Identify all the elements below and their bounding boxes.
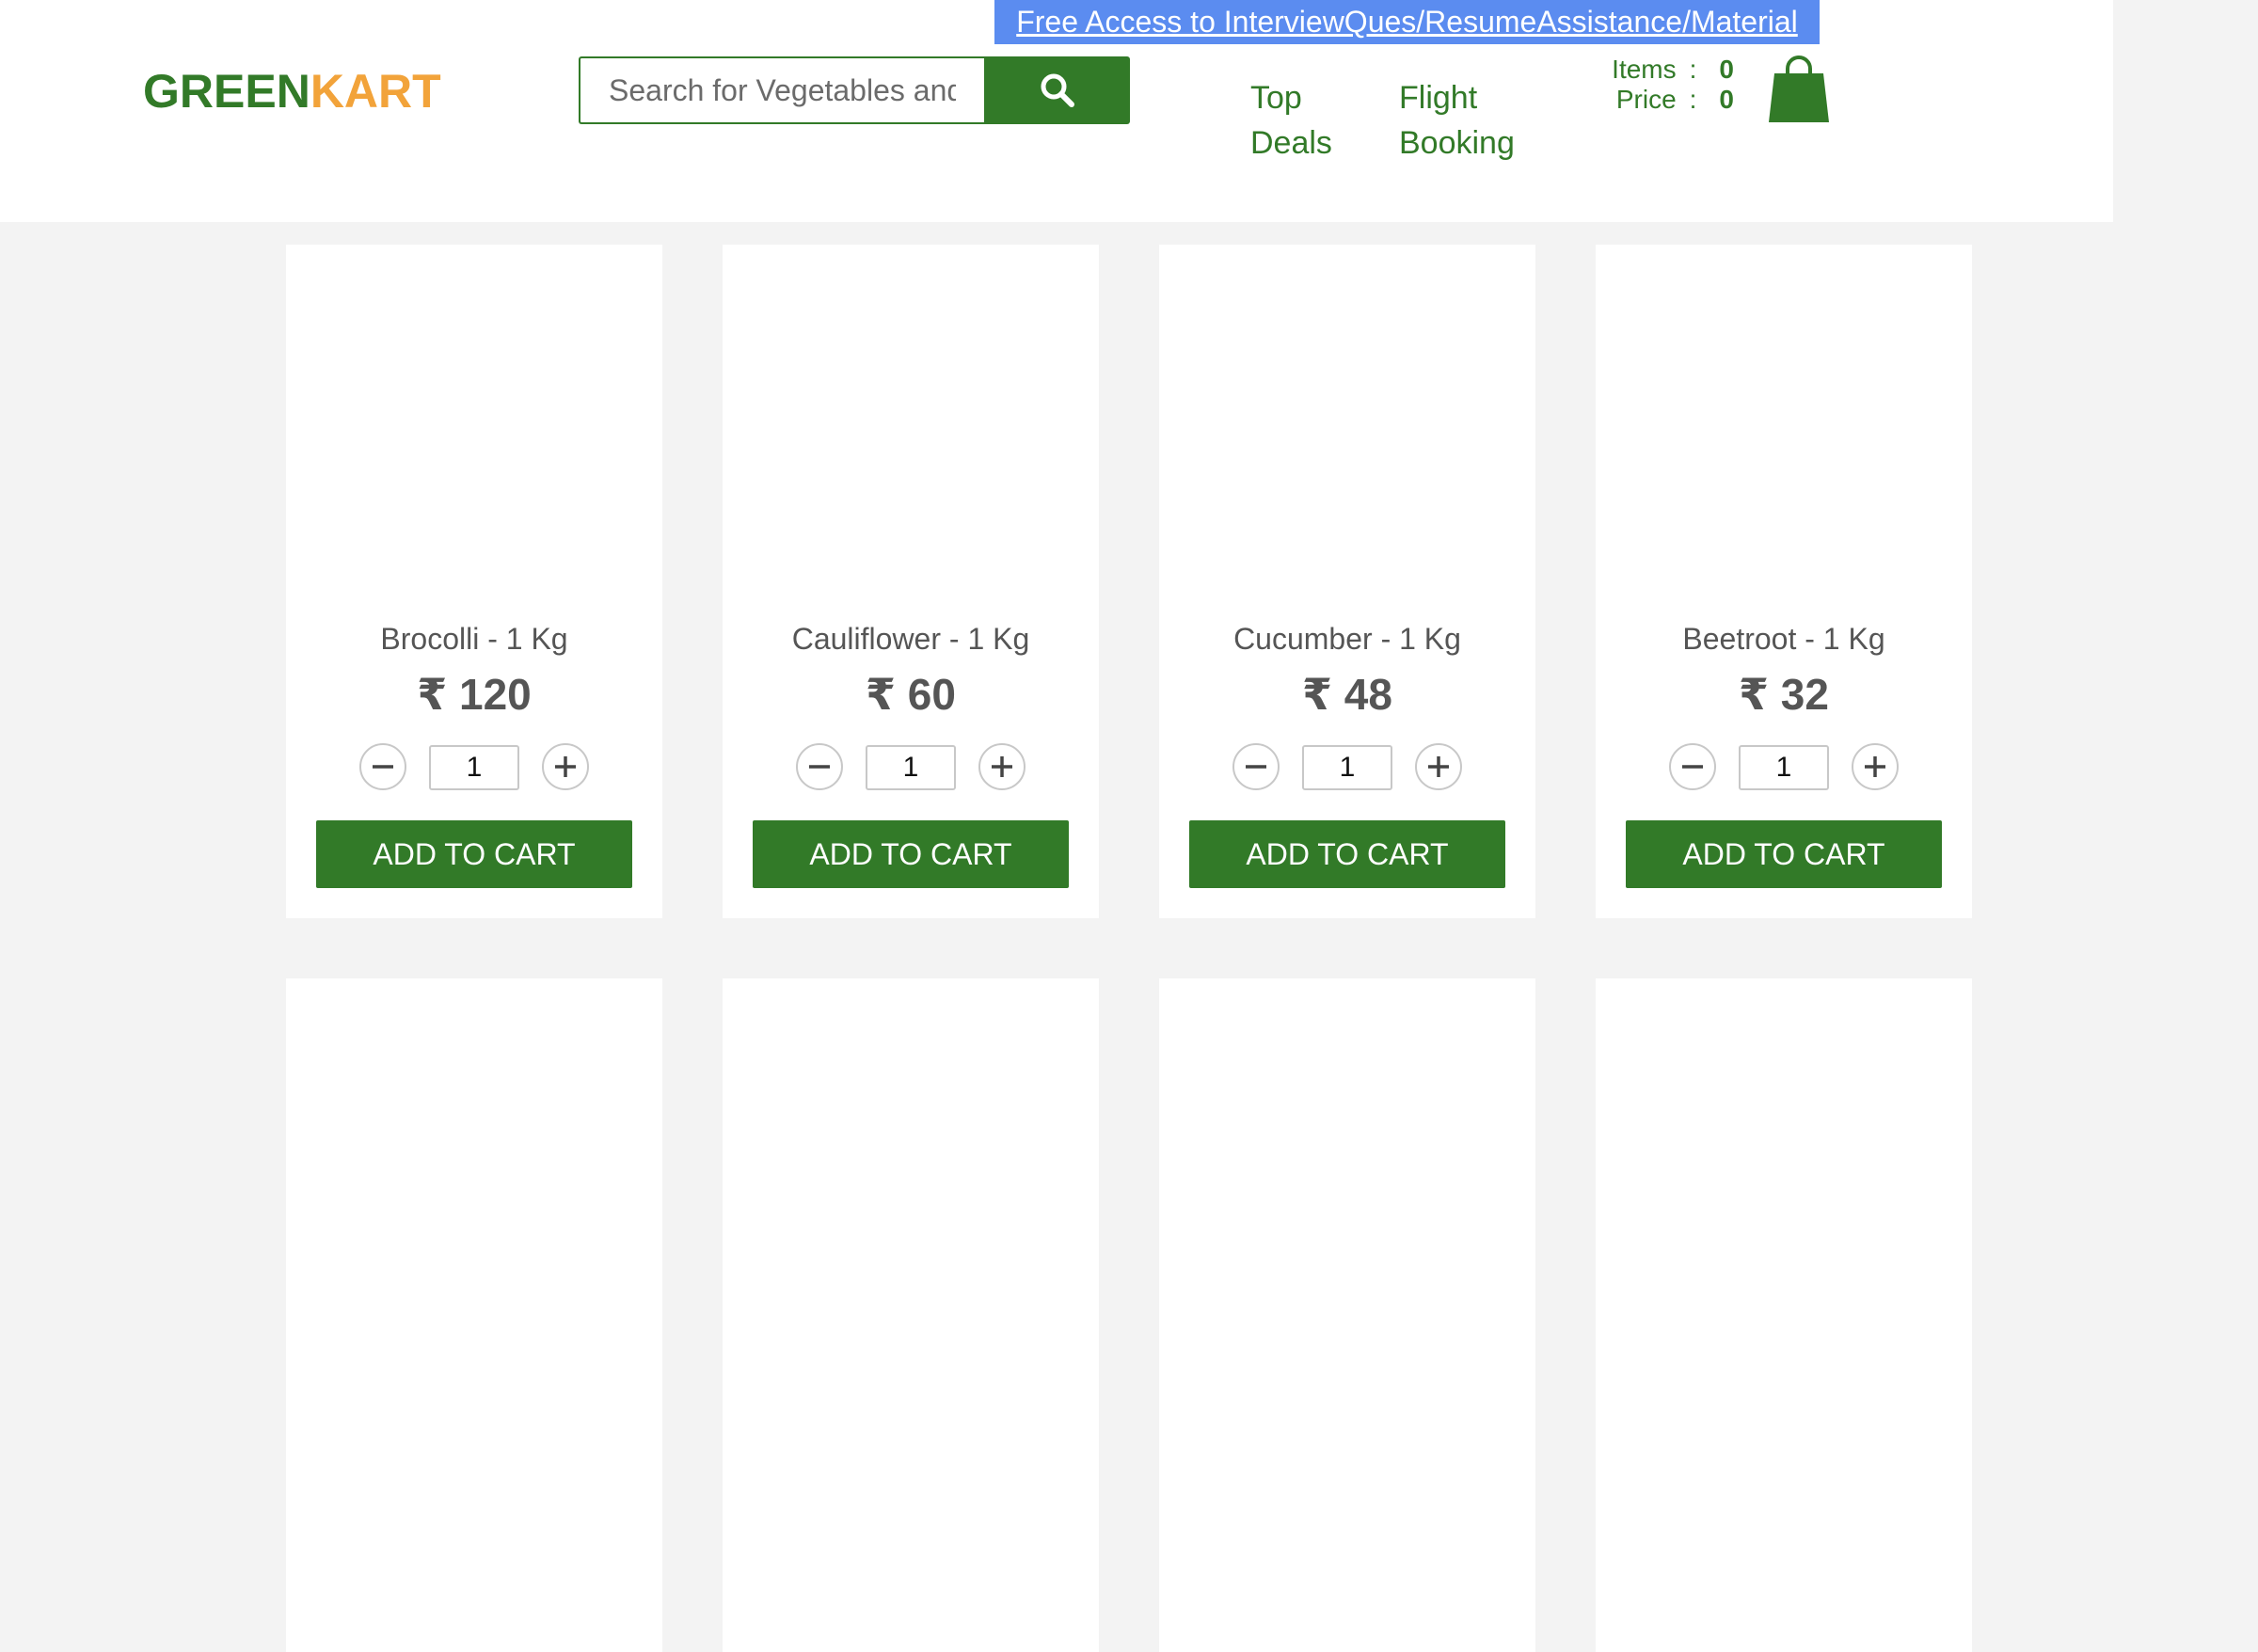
minus-icon xyxy=(1682,765,1703,769)
product-card xyxy=(723,978,1099,1652)
quantity-input[interactable] xyxy=(429,745,519,790)
plus-icon xyxy=(1865,756,1885,777)
page-header: Free Access to InterviewQues/ResumeAssis… xyxy=(0,0,2113,222)
increment-button[interactable] xyxy=(1852,743,1899,790)
brand-logo-kart: KART xyxy=(310,65,441,118)
cart-price-total: 0 xyxy=(1719,85,1734,114)
decrement-button[interactable] xyxy=(359,743,406,790)
search-input[interactable] xyxy=(579,56,984,124)
product-price: ₹ 120 xyxy=(417,670,532,719)
decrement-button[interactable] xyxy=(1232,743,1280,790)
brand-logo-green: GREEN xyxy=(143,65,310,118)
increment-button[interactable] xyxy=(542,743,589,790)
search-icon xyxy=(1041,73,1074,107)
minus-icon xyxy=(809,765,830,769)
nav-flight-booking[interactable]: Flight Booking xyxy=(1399,75,1559,166)
nav-flight-line1: Flight xyxy=(1399,80,1478,116)
plus-icon xyxy=(992,756,1012,777)
increment-button[interactable] xyxy=(1415,743,1462,790)
product-card: Beetroot - 1 Kg ₹ 32 ADD TO CART xyxy=(1596,245,1972,918)
product-card xyxy=(1159,978,1535,1652)
cart-price-label: Price xyxy=(1615,85,1677,114)
increment-button[interactable] xyxy=(978,743,1026,790)
cart-button[interactable] xyxy=(1767,55,1831,124)
minus-icon xyxy=(373,765,393,769)
product-name: Cucumber - 1 Kg xyxy=(1233,622,1461,656)
search-button[interactable] xyxy=(984,56,1130,124)
cart-items-label: Items xyxy=(1612,55,1677,84)
add-to-cart-button[interactable]: ADD TO CART xyxy=(1626,820,1942,888)
cart-summary: Items : 0 Price : 0 xyxy=(1612,55,1734,115)
product-price: ₹ 60 xyxy=(866,670,956,719)
quantity-input[interactable] xyxy=(866,745,956,790)
cart-items-count: 0 xyxy=(1719,55,1734,84)
search-bar xyxy=(579,56,1130,124)
product-price: ₹ 32 xyxy=(1739,670,1829,719)
decrement-button[interactable] xyxy=(796,743,843,790)
quantity-stepper xyxy=(723,743,1099,790)
product-card xyxy=(286,978,662,1652)
cart-price-separator: : xyxy=(1689,85,1697,114)
cart-items-separator: : xyxy=(1689,55,1697,84)
add-to-cart-button[interactable]: ADD TO CART xyxy=(753,820,1069,888)
add-to-cart-button[interactable]: ADD TO CART xyxy=(1189,820,1505,888)
nav-flight-line2: Booking xyxy=(1399,125,1515,161)
nav-top-deals[interactable]: Top Deals xyxy=(1250,75,1354,166)
product-card xyxy=(1596,978,1972,1652)
quantity-stepper xyxy=(1596,743,1972,790)
brand-logo[interactable]: GREENKART xyxy=(143,63,441,119)
nav-top-deals-line2: Deals xyxy=(1250,125,1332,161)
product-name: Brocolli - 1 Kg xyxy=(380,622,568,656)
product-card: Cauliflower - 1 Kg ₹ 60 ADD TO CART xyxy=(723,245,1099,918)
promo-banner-link[interactable]: Free Access to InterviewQues/ResumeAssis… xyxy=(994,0,1820,44)
plus-icon xyxy=(555,756,576,777)
shopping-bag-icon xyxy=(1769,56,1829,122)
decrement-button[interactable] xyxy=(1669,743,1716,790)
product-name: Beetroot - 1 Kg xyxy=(1682,622,1885,656)
quantity-stepper xyxy=(286,743,662,790)
quantity-input[interactable] xyxy=(1302,745,1392,790)
plus-icon xyxy=(1428,756,1449,777)
product-card: Brocolli - 1 Kg ₹ 120 ADD TO CART xyxy=(286,245,662,918)
product-card: Cucumber - 1 Kg ₹ 48 ADD TO CART xyxy=(1159,245,1535,918)
minus-icon xyxy=(1246,765,1266,769)
quantity-input[interactable] xyxy=(1739,745,1829,790)
nav-top-deals-line1: Top xyxy=(1250,80,1302,116)
cart-items-row: Items : 0 xyxy=(1612,55,1734,85)
add-to-cart-button[interactable]: ADD TO CART xyxy=(316,820,632,888)
cart-price-row: Price : 0 xyxy=(1612,85,1734,115)
product-price: ₹ 48 xyxy=(1302,670,1392,719)
product-name: Cauliflower - 1 Kg xyxy=(791,622,1030,656)
quantity-stepper xyxy=(1159,743,1535,790)
